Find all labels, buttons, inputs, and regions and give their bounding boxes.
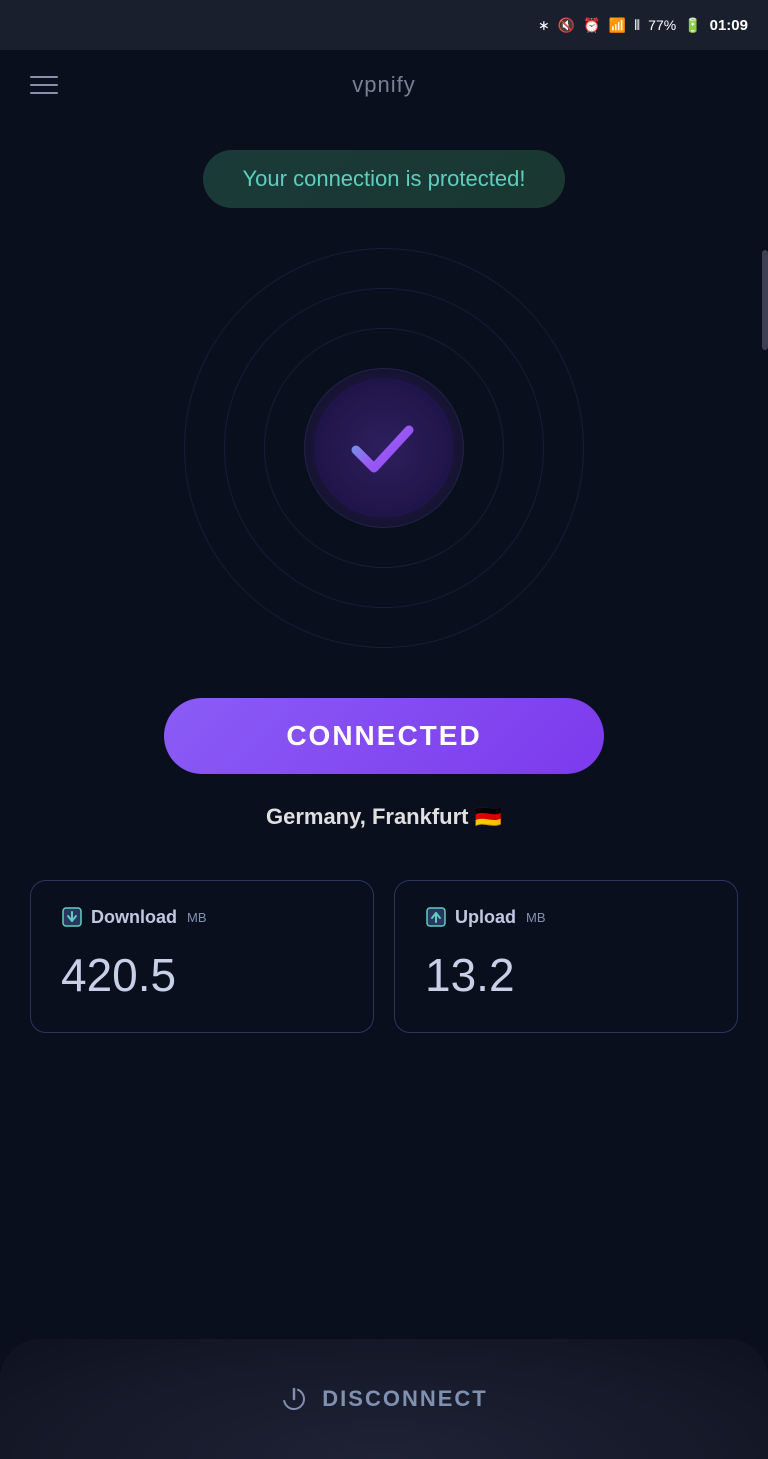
upload-card: Upload MB 13.2 (394, 880, 738, 1033)
battery-level: 77% (648, 17, 676, 33)
disconnect-button[interactable]: DISCONNECT (322, 1386, 487, 1412)
signal-icon: ⦀ (634, 17, 640, 34)
main-content: Your connection is protected! CONNECTED … (0, 120, 768, 1083)
download-header: Download MB (61, 906, 343, 928)
connection-status-circle (184, 248, 584, 648)
mute-icon: 🔇 (558, 17, 575, 34)
status-icons: ∗ 🔇 ⏰ 📶 ⦀ 77% 🔋 01:09 (538, 17, 748, 34)
power-icon (280, 1385, 308, 1413)
download-label: Download (91, 907, 177, 928)
location-display: Germany, Frankfurt 🇩🇪 (266, 804, 502, 830)
hamburger-line-1 (30, 76, 58, 78)
hamburger-menu-button[interactable] (30, 76, 58, 94)
stats-row: Download MB 420.5 Upload MB 13.2 (30, 880, 738, 1033)
upload-label: Upload (455, 907, 516, 928)
download-icon (61, 906, 83, 928)
upload-icon (425, 906, 447, 928)
download-value: 420.5 (61, 948, 343, 1002)
upload-header: Upload MB (425, 906, 707, 928)
download-unit: MB (187, 910, 207, 925)
checkmark-icon (344, 408, 424, 488)
hamburger-line-2 (30, 84, 58, 86)
scrollbar[interactable] (762, 250, 768, 350)
upload-value: 13.2 (425, 948, 707, 1002)
status-time: 01:09 (710, 17, 748, 34)
download-card: Download MB 420.5 (30, 880, 374, 1033)
top-navigation: vpnify (0, 50, 768, 120)
app-title: vpnify (352, 72, 415, 98)
hamburger-line-3 (30, 92, 58, 94)
battery-icon: 🔋 (684, 17, 701, 34)
alarm-icon: ⏰ (583, 17, 600, 34)
bluetooth-icon: ∗ (538, 17, 550, 34)
bottom-bar: DISCONNECT (0, 1339, 768, 1459)
status-bar: ∗ 🔇 ⏰ 📶 ⦀ 77% 🔋 01:09 (0, 0, 768, 50)
upload-unit: MB (526, 910, 546, 925)
checkmark-circle (314, 378, 454, 518)
protection-badge: Your connection is protected! (203, 150, 566, 208)
connected-button[interactable]: CONNECTED (164, 698, 604, 774)
wifi-icon: 📶 (609, 17, 626, 34)
